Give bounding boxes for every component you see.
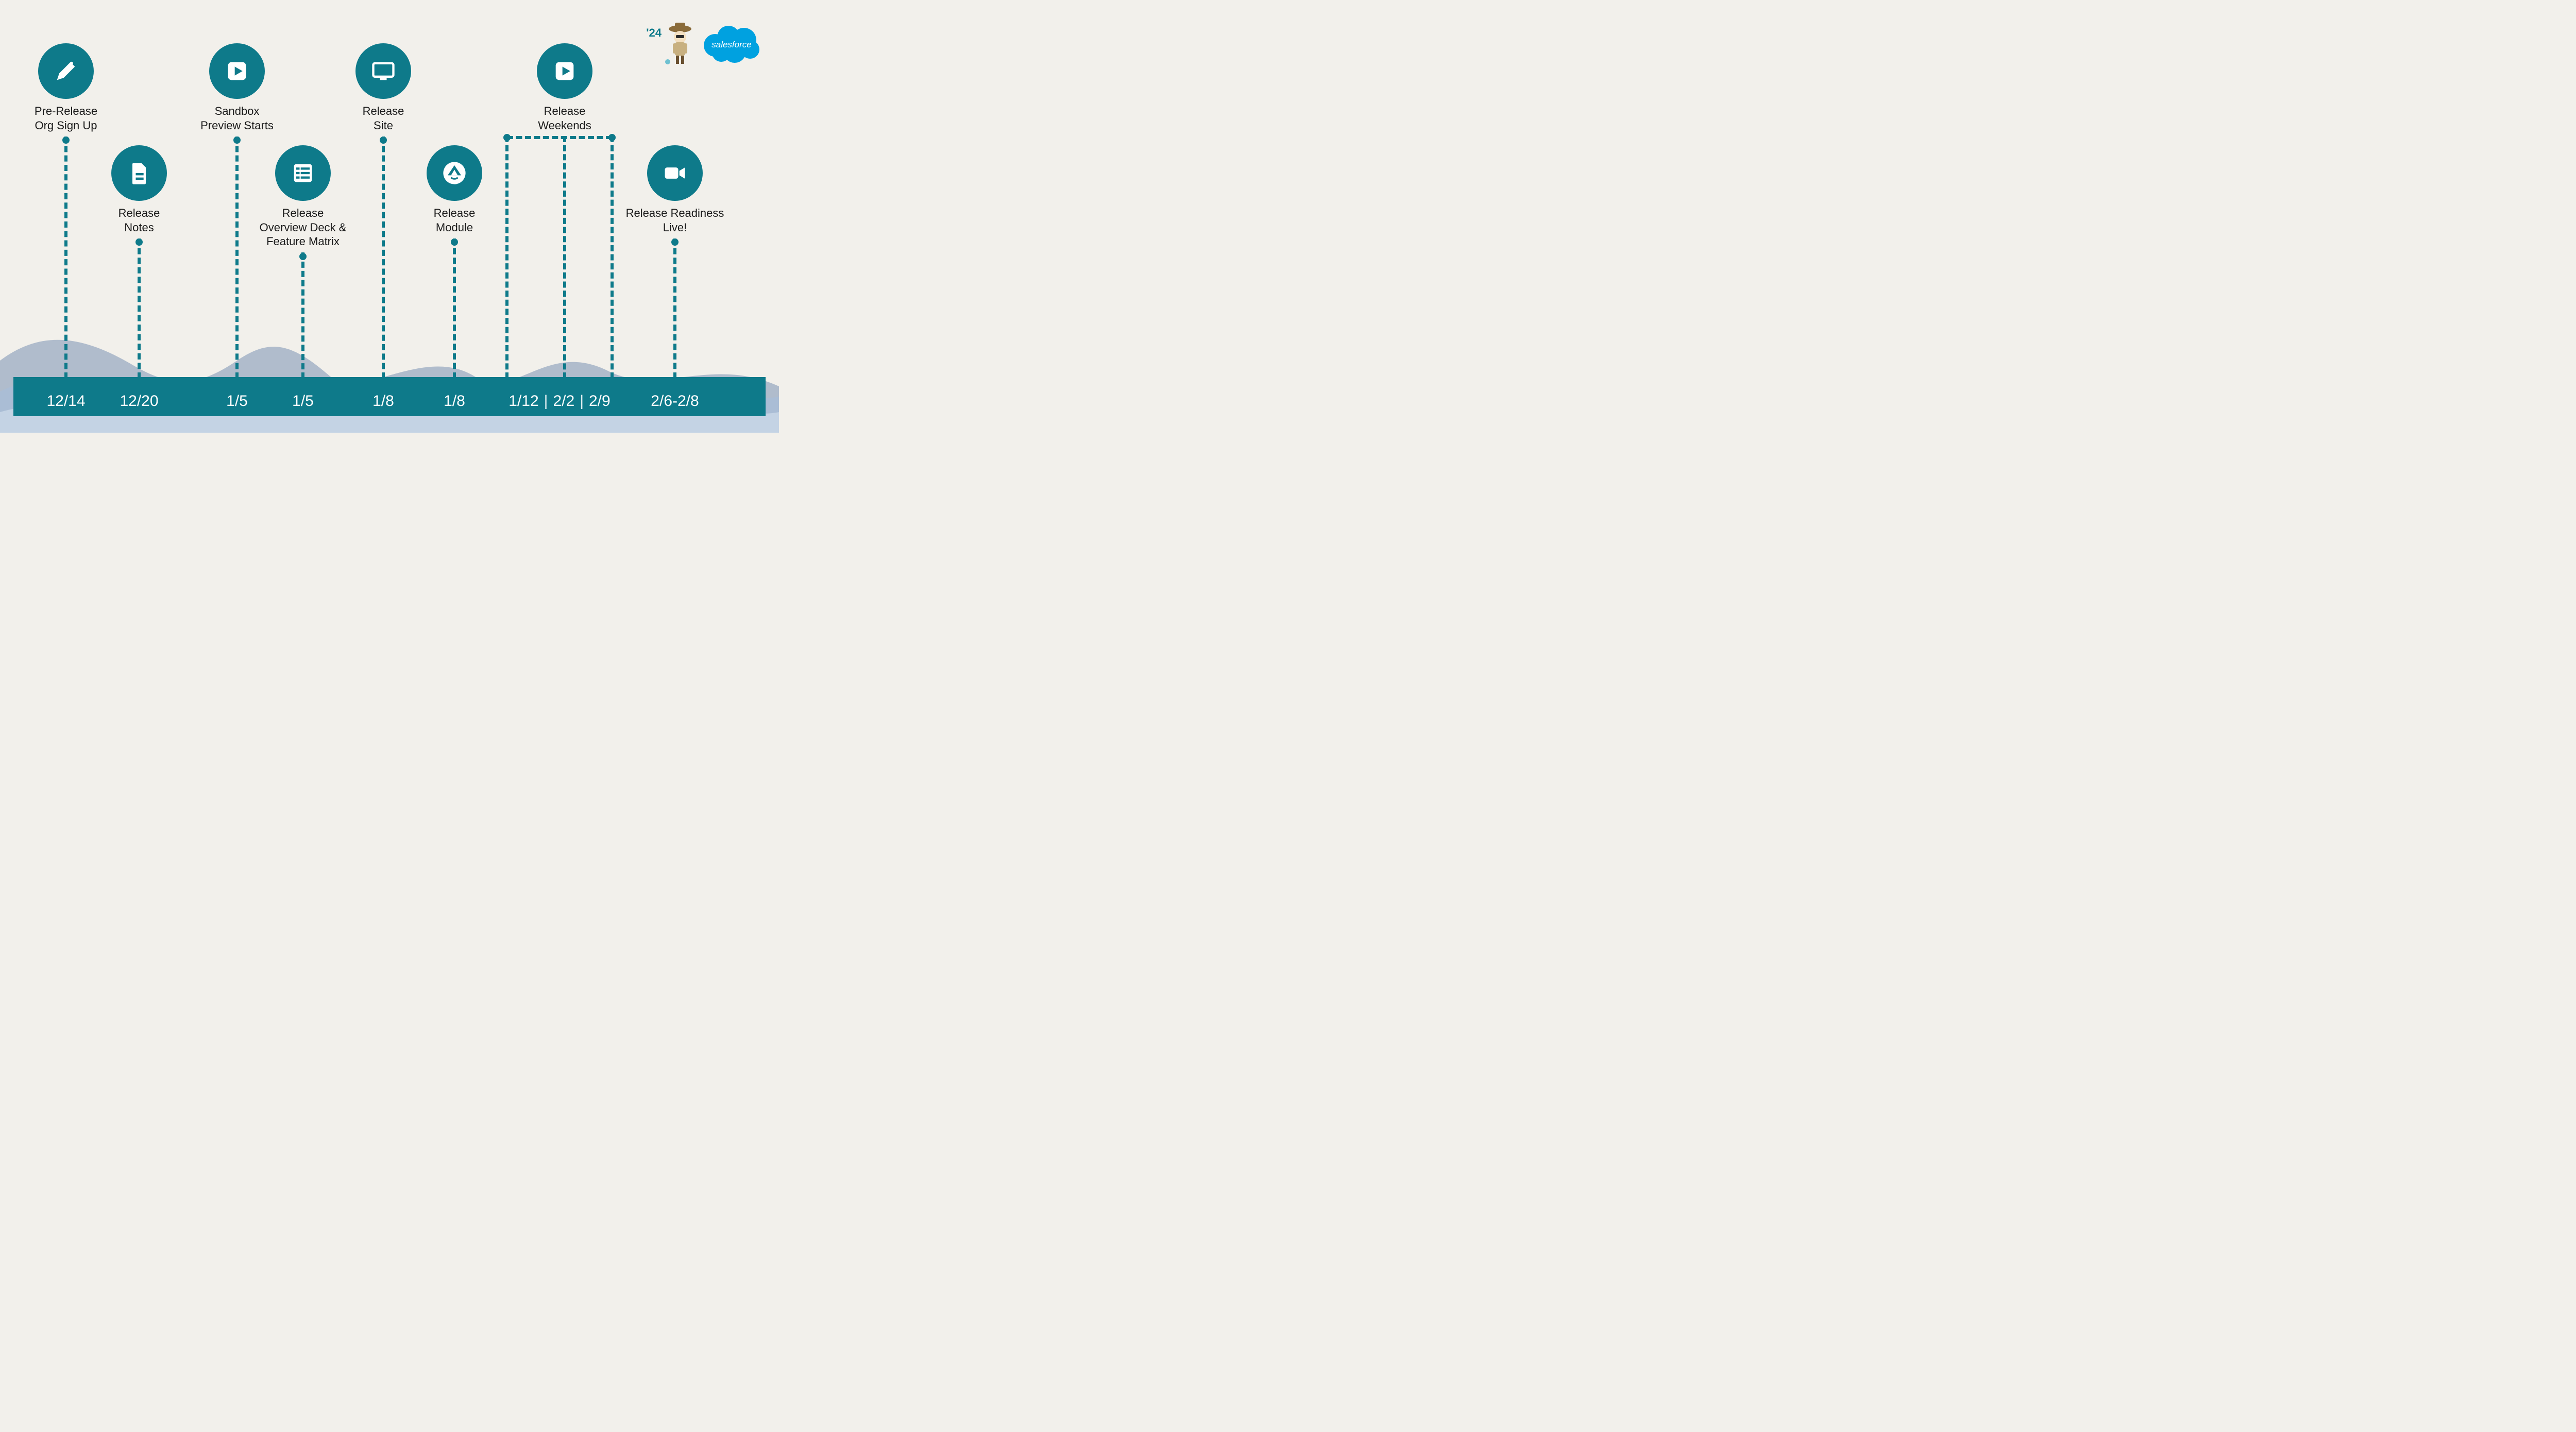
doc-icon — [111, 145, 167, 201]
weekend-date-1: 1/12 — [509, 393, 538, 410]
connector-line — [453, 238, 456, 379]
milestone-date: 1/12|2/2|2/9 — [509, 393, 610, 410]
milestone-label: Sandbox Preview Starts — [200, 104, 274, 132]
milestone-release-weekends: Release Weekends — [513, 43, 616, 132]
milestone-label: Release Notes — [118, 206, 160, 234]
connector-line — [505, 136, 509, 379]
milestone-date: 1/8 — [444, 393, 465, 410]
connector-line — [563, 136, 566, 379]
milestone-date: 12/20 — [120, 393, 158, 410]
milestone-label: Release Overview Deck & Feature Matrix — [260, 206, 347, 249]
weekend-date-3: 2/9 — [589, 393, 611, 410]
weekend-date-2: 2/2 — [553, 393, 574, 410]
milestone-overview-deck: Release Overview Deck & Feature Matrix — [251, 145, 354, 260]
milestone-label: Pre-Release Org Sign Up — [35, 104, 97, 132]
salesforce-wordmark: salesforce — [711, 40, 751, 49]
milestone-release-site: Release Site — [332, 43, 435, 144]
pencil-icon — [38, 43, 94, 99]
milestone-label: Release Readiness Live! — [626, 206, 724, 234]
milestone-date: 1/5 — [292, 393, 314, 410]
trail-icon — [427, 145, 482, 201]
milestone-rrl: Release Readiness Live! — [623, 145, 726, 246]
milestone-release-module: Release Module — [403, 145, 506, 246]
milestone-date: 2/6-2/8 — [651, 393, 699, 410]
milestone-sandbox: Sandbox Preview Starts — [185, 43, 289, 144]
ranger-mascot-icon — [665, 21, 696, 66]
salesforce-logo-icon: salesforce — [701, 22, 762, 65]
weekends-bracket — [507, 136, 612, 139]
milestone-date: 12/14 — [46, 393, 85, 410]
monitor-icon — [355, 43, 411, 99]
connector-line — [138, 238, 141, 379]
milestone-prerelease: Pre-Release Org Sign Up — [14, 43, 117, 144]
milestone-label: Release Weekends — [538, 104, 591, 132]
brand-header: '24 salesforce — [646, 21, 762, 66]
matrix-icon — [275, 145, 331, 201]
connector-line — [301, 252, 304, 379]
connector-line — [382, 137, 385, 379]
milestone-date: 1/5 — [226, 393, 248, 410]
video-icon — [647, 145, 703, 201]
connector-line — [64, 137, 67, 379]
milestone-label: Release Module — [434, 206, 476, 234]
connector-line — [235, 137, 239, 379]
milestone-date: 1/8 — [372, 393, 394, 410]
play-icon — [209, 43, 265, 99]
play-icon — [537, 43, 592, 99]
milestone-label: Release Site — [363, 104, 404, 132]
release-year-badge: '24 — [646, 26, 662, 40]
milestone-release-notes: Release Notes — [88, 145, 191, 246]
connector-line — [673, 238, 676, 379]
connector-line — [611, 136, 614, 379]
